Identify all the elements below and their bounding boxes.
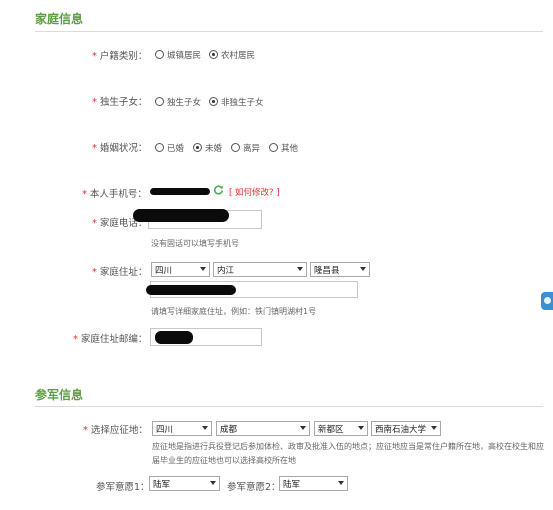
address-row: * 家庭住址： xyxy=(92,264,147,278)
enlist-district-select[interactable]: 新都区 xyxy=(314,421,368,436)
chevron-down-icon xyxy=(360,267,366,271)
family-section-title: 家庭信息 xyxy=(35,12,84,26)
home-phone-hint: 没有固话可以填写手机号 xyxy=(151,239,239,248)
chevron-down-icon xyxy=(200,267,206,271)
wish2-select[interactable]: 陆军 xyxy=(279,476,348,491)
required-mark: * xyxy=(92,218,97,229)
required-mark: * xyxy=(92,143,97,154)
chevron-down-icon xyxy=(202,426,208,430)
marital-row: * 婚姻状况： xyxy=(92,140,147,154)
radio-icon[interactable] xyxy=(231,143,240,152)
required-mark: * xyxy=(83,425,88,436)
enlist-school-select[interactable]: 西南石油大学 xyxy=(371,421,441,436)
wish1-label: 参军意愿1： xyxy=(96,482,150,493)
postcode-row: * 家庭住址邮编： xyxy=(73,331,147,345)
how-to-modify-link[interactable]: [ 如何修改? ] xyxy=(229,186,280,198)
chevron-down-icon xyxy=(300,426,306,430)
postcode-redacted xyxy=(155,331,193,344)
only-child-label: 独生子女： xyxy=(99,97,148,108)
marital-option-single[interactable]: 未婚 xyxy=(193,142,222,154)
radio-icon[interactable] xyxy=(155,143,164,152)
enlist-place-hint: 应征地是指进行兵役登记后参加体检、政审及批准入伍的地点；应征地应当是常住户籍所在… xyxy=(152,442,544,465)
radio-icon[interactable] xyxy=(269,143,278,152)
hukou-label: 户籍类别： xyxy=(99,51,148,62)
radio-icon[interactable] xyxy=(155,50,164,59)
address-city-select[interactable]: 内江 xyxy=(213,262,307,277)
home-phone-redacted xyxy=(133,209,229,222)
wish2-label: 参军意愿2： xyxy=(227,482,281,493)
radio-selected-icon[interactable] xyxy=(209,50,218,59)
chevron-down-icon xyxy=(358,426,364,430)
chevron-down-icon xyxy=(297,267,303,271)
address-province-select[interactable]: 四川 xyxy=(151,262,210,277)
marital-option-married[interactable]: 已婚 xyxy=(155,142,184,154)
required-mark: * xyxy=(82,189,87,200)
radio-selected-icon[interactable] xyxy=(193,143,202,152)
chevron-down-icon xyxy=(338,481,344,485)
enlist-city-select[interactable]: 成都 xyxy=(216,421,310,436)
section-divider xyxy=(35,31,543,32)
hukou-row: * 户籍类别： xyxy=(92,48,147,62)
address-county-select[interactable]: 隆昌县 xyxy=(310,262,370,277)
hukou-option-rural[interactable]: 农村居民 xyxy=(209,49,255,61)
refresh-icon[interactable] xyxy=(213,184,224,198)
phone-label: 本人手机号： xyxy=(89,189,147,200)
wish1-select[interactable]: 陆军 xyxy=(149,476,220,491)
marital-label: 婚姻状况： xyxy=(99,143,148,154)
chevron-down-icon xyxy=(431,426,437,430)
marital-option-other[interactable]: 其他 xyxy=(269,142,298,154)
only-child-option-yes[interactable]: 独生子女 xyxy=(155,96,201,108)
required-mark: * xyxy=(92,97,97,108)
required-mark: * xyxy=(92,51,97,62)
chat-icon xyxy=(544,297,551,304)
hukou-option-urban[interactable]: 城镇居民 xyxy=(155,49,201,61)
enlist-place-row: * 选择应征地： xyxy=(83,422,148,436)
chevron-down-icon xyxy=(210,481,216,485)
address-label: 家庭住址： xyxy=(99,267,148,278)
only-child-option-no[interactable]: 非独生子女 xyxy=(209,96,264,108)
required-mark: * xyxy=(92,267,97,278)
enlist-place-label: 选择应征地： xyxy=(90,425,148,436)
address-redacted xyxy=(146,285,236,295)
only-child-row: * 独生子女： xyxy=(92,94,147,108)
radio-selected-icon[interactable] xyxy=(209,97,218,106)
military-section-title: 参军信息 xyxy=(35,388,84,402)
side-float-button[interactable] xyxy=(541,292,553,310)
phone-redacted xyxy=(150,188,210,195)
radio-icon[interactable] xyxy=(155,97,164,106)
address-hint: 请填写详细家庭住址，例如：铁门镇明湖村1号 xyxy=(151,307,317,316)
marital-option-divorced[interactable]: 离异 xyxy=(231,142,260,154)
enlist-province-select[interactable]: 四川 xyxy=(152,421,212,436)
section-divider xyxy=(35,406,543,407)
postcode-label: 家庭住址邮编： xyxy=(80,334,148,345)
phone-row: * 本人手机号： xyxy=(82,186,147,200)
required-mark: * xyxy=(73,334,78,345)
